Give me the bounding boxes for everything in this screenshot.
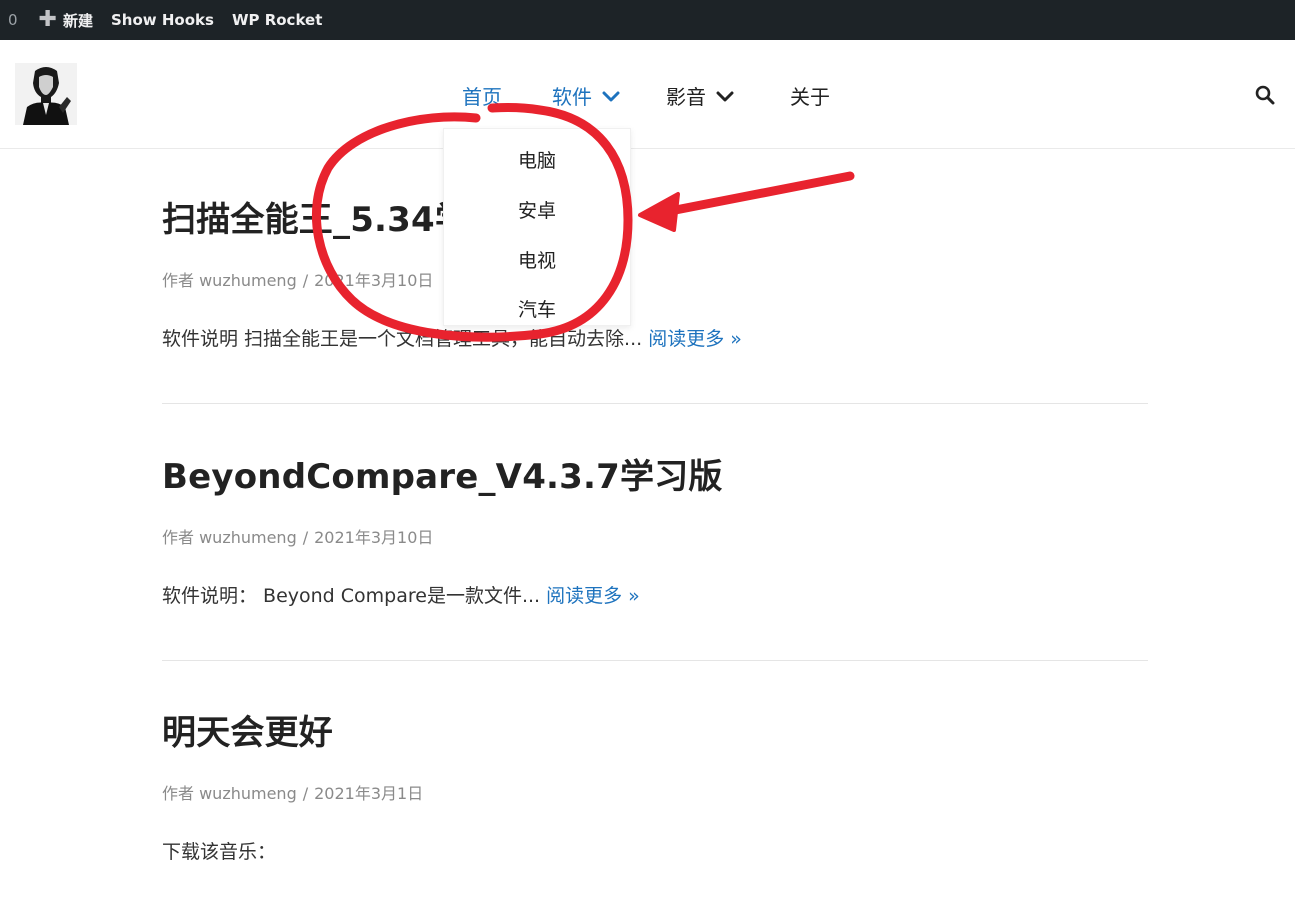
nav-item-software[interactable]: 软件 <box>552 81 620 110</box>
post-meta: 作者 wuzhumeng / 2021年3月10日 <box>162 267 1148 291</box>
post-title[interactable]: BeyondCompare_V4.3.7学习版 <box>162 449 1148 498</box>
admin-bar: 0 ✚ 新建 Show Hooks WP Rocket <box>0 0 1295 40</box>
show-hooks-label: Show Hooks <box>111 11 214 29</box>
software-submenu: 电脑 安卓 电视 汽车 <box>443 128 631 326</box>
post-date[interactable]: 2021年3月10日 <box>314 528 433 547</box>
submenu-item-car[interactable]: 汽车 <box>518 295 556 322</box>
submenu-item-android[interactable]: 安卓 <box>518 196 556 223</box>
post-excerpt-text: 软件说明： Beyond Compare是一款文件... <box>162 585 541 607</box>
search-icon[interactable] <box>1254 84 1276 106</box>
new-content-label: 新建 <box>62 11 93 30</box>
nav-item-home[interactable]: 首页 <box>462 81 502 110</box>
post-meta: 作者 wuzhumeng / 2021年3月10日 <box>162 524 1148 548</box>
site-header: 首页 软件 影音 关于 <box>0 40 1295 149</box>
meta-separator: / <box>302 271 309 290</box>
post-excerpt: 软件说明： Beyond Compare是一款文件... 阅读更多 » <box>162 581 1148 608</box>
read-more-link[interactable]: 阅读更多 » <box>546 585 640 607</box>
nav-home-label: 首页 <box>462 85 502 109</box>
submenu-item-tv[interactable]: 电视 <box>518 246 556 273</box>
post-item: 明天会更好 作者 wuzhumeng / 2021年3月1日 下载该音乐： <box>162 705 1148 864</box>
post-author[interactable]: 作者 wuzhumeng <box>162 271 297 290</box>
post-divider <box>162 403 1148 404</box>
post-item: 扫描全能王_5.34学习版 作者 wuzhumeng / 2021年3月10日 软件… <box>162 192 1148 351</box>
avatar-image <box>15 63 77 125</box>
wp-rocket-label: WP Rocket <box>231 11 323 29</box>
post-item: BeyondCompare_V4.3.7学习版 作者 wuzhumeng / 202… <box>162 449 1148 608</box>
nav-media-label: 影音 <box>666 85 706 109</box>
submenu-item-pc[interactable]: 电脑 <box>518 146 556 173</box>
meta-separator: / <box>302 528 309 547</box>
post-excerpt-text: 软件说明 扫描全能王是一个文档管理工具，能自动去除... <box>162 328 643 350</box>
show-hooks-button[interactable]: Show Hooks <box>102 0 223 40</box>
post-excerpt: 软件说明 扫描全能王是一个文档管理工具，能自动去除... 阅读更多 » <box>162 324 1148 351</box>
nav-software-label: 软件 <box>552 85 592 109</box>
wp-rocket-button[interactable]: WP Rocket <box>223 0 331 40</box>
post-date[interactable]: 2021年3月10日 <box>314 271 433 290</box>
post-author[interactable]: 作者 wuzhumeng <box>162 528 297 547</box>
post-author[interactable]: 作者 wuzhumeng <box>162 784 297 803</box>
post-title[interactable]: 明天会更好 <box>162 705 1148 754</box>
post-excerpt-text: 下载该音乐： <box>162 841 277 863</box>
post-meta: 作者 wuzhumeng / 2021年3月1日 <box>162 780 1148 804</box>
chevron-down-icon <box>602 91 620 101</box>
nav-item-about[interactable]: 关于 <box>790 81 830 110</box>
chevron-down-icon <box>716 91 734 101</box>
plus-icon: ✚ <box>38 7 57 32</box>
new-content-button[interactable]: ✚ 新建 <box>30 0 102 40</box>
post-excerpt: 下载该音乐： <box>162 837 1148 864</box>
post-divider <box>162 660 1148 661</box>
nav-item-media[interactable]: 影音 <box>666 81 734 110</box>
meta-separator: / <box>302 784 309 803</box>
post-date[interactable]: 2021年3月1日 <box>314 784 423 803</box>
post-title[interactable]: 扫描全能王_5.34学习版 <box>162 192 1148 241</box>
primary-nav: 首页 软件 影音 关于 <box>462 81 830 110</box>
site-logo[interactable] <box>15 63 77 125</box>
admin-bar-count[interactable]: 0 <box>0 0 30 40</box>
read-more-link[interactable]: 阅读更多 » <box>648 328 742 350</box>
nav-about-label: 关于 <box>790 85 830 109</box>
